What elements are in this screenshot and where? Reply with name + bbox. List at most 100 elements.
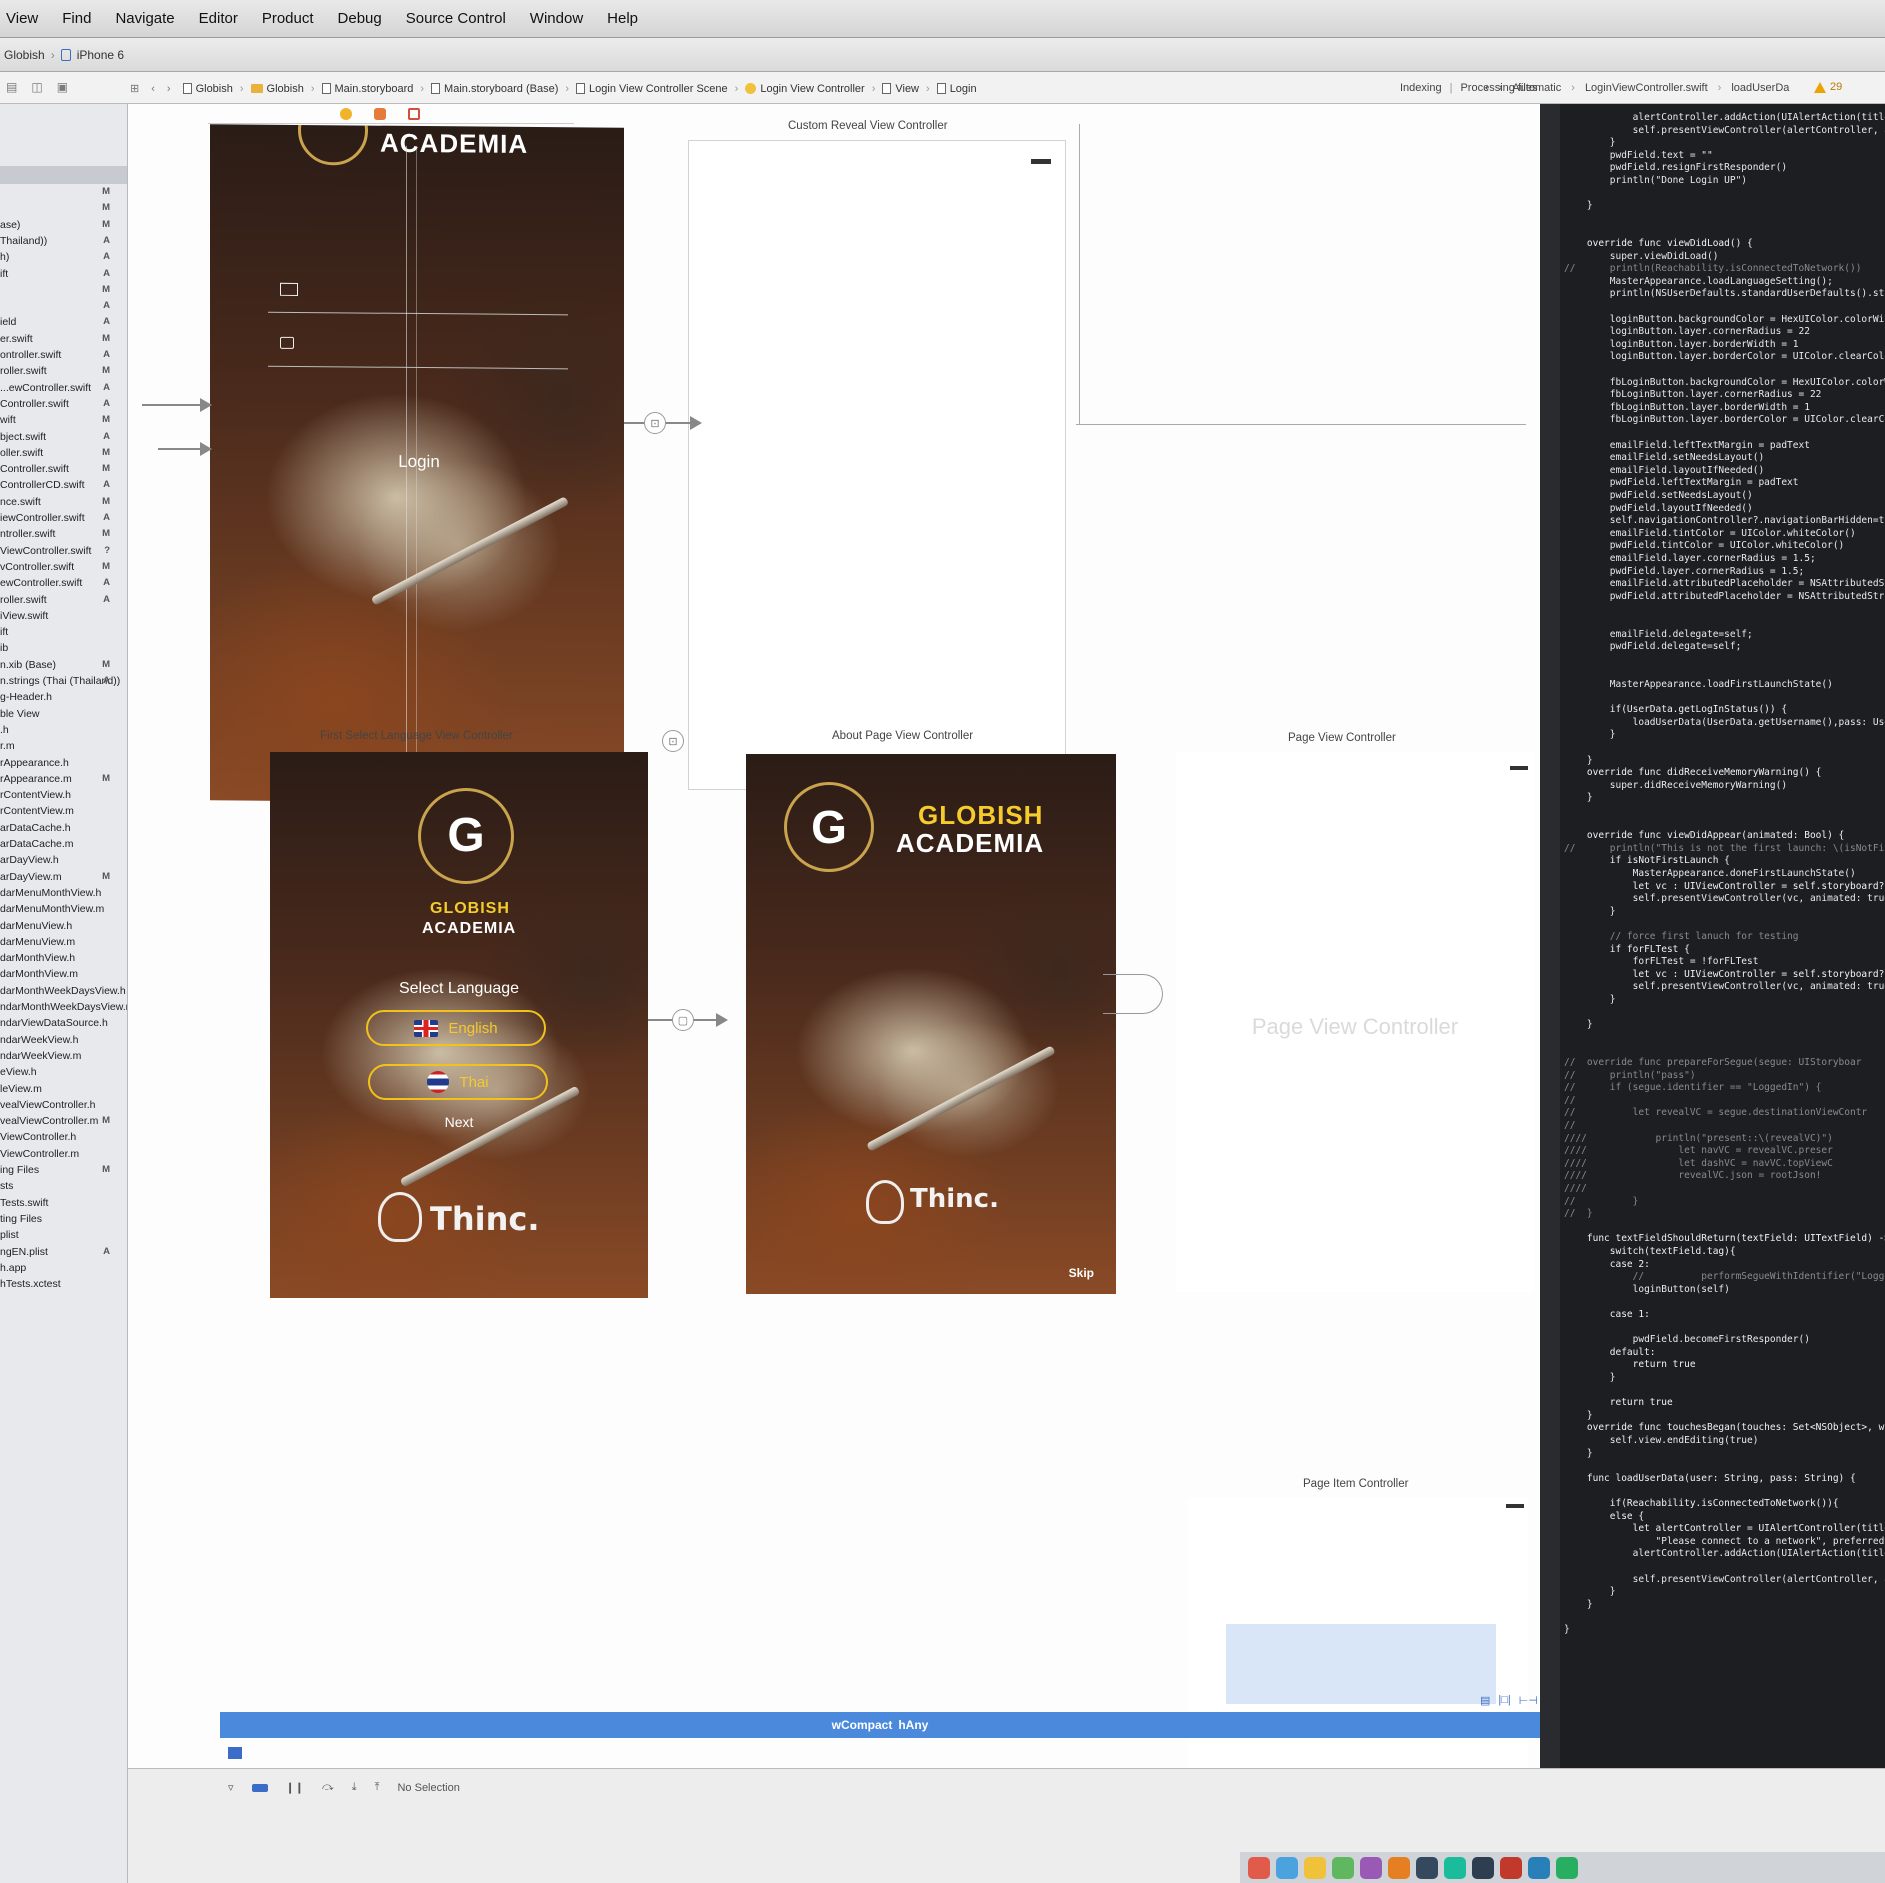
symbol-icon[interactable]: ▣ xyxy=(57,80,68,94)
warning-indicator[interactable]: 29 xyxy=(1814,81,1842,93)
navigator-file-row[interactable]: ift A xyxy=(0,268,127,285)
navigator-file-row[interactable]: ase) M xyxy=(0,219,127,236)
navigator-file-row[interactable]: ndarWeekView.h xyxy=(0,1034,127,1051)
navigator-file-row[interactable]: hTests.xctest xyxy=(0,1278,127,1295)
navigator-file-row[interactable]: leView.m xyxy=(0,1083,127,1100)
navigator-file-row[interactable]: ViewController.swift? xyxy=(0,545,127,562)
dock-app-icon[interactable] xyxy=(1248,1856,1270,1879)
storyboard-canvas[interactable]: ACADEMIA Login Custom Reveal View Contro… xyxy=(128,104,1540,1814)
scheme-selector[interactable]: Globish › iPhone 6 xyxy=(4,48,124,62)
breadcrumb-item[interactable]: Globish xyxy=(182,83,233,95)
step-over-icon[interactable]: ⤼ xyxy=(322,1781,334,1794)
navigator-file-row[interactable]: ndarWeekView.m xyxy=(0,1050,127,1067)
debug-toggle-icon[interactable] xyxy=(228,1747,242,1759)
navigator-file-row[interactable]: darMonthView.m xyxy=(0,968,127,985)
navigator-file-row[interactable]: arDayView.h xyxy=(0,854,127,871)
dock-app-icon[interactable] xyxy=(1556,1856,1578,1879)
navigator-file-row[interactable]: vealViewController.m M xyxy=(0,1115,127,1132)
thai-button[interactable]: Thai xyxy=(368,1064,548,1100)
email-field[interactable] xyxy=(268,310,568,316)
navigator-file-row[interactable]: roller.swift A xyxy=(0,594,127,611)
password-field[interactable] xyxy=(268,364,568,370)
navigator-file-row[interactable]: g-Header.h xyxy=(0,691,127,708)
menu-window[interactable]: Window xyxy=(530,10,583,27)
navigator-file-row[interactable]: darMonthView.h xyxy=(0,952,127,969)
breadcrumb-item[interactable]: Globish xyxy=(250,83,304,95)
exit-icon[interactable] xyxy=(408,108,420,120)
navigator-file-row[interactable]: n.strings (Thai (Thailand)) A xyxy=(0,675,127,692)
stack-icon[interactable]: ▤ xyxy=(1480,1694,1490,1707)
navigator-file-row[interactable]: ndarViewDataSource.h xyxy=(0,1017,127,1034)
breadcrumb-item[interactable]: Login xyxy=(936,83,977,95)
grid-icon[interactable]: ⊞ xyxy=(130,82,139,95)
navigator-file-row[interactable]: Thailand)) A xyxy=(0,235,127,252)
dock-app-icon[interactable] xyxy=(1360,1856,1382,1879)
source-control-icon[interactable]: ◫ xyxy=(31,80,42,94)
align-icon[interactable]: |□| xyxy=(1498,1694,1510,1707)
dock-app-icon[interactable] xyxy=(1276,1856,1298,1879)
navigator-file-row[interactable]: ift xyxy=(0,626,127,643)
breadcrumb-item[interactable]: Login View Controller xyxy=(745,83,865,95)
navigator-file-row[interactable]: ield A xyxy=(0,316,127,333)
navigator-file-row[interactable]: nce.swift M xyxy=(0,496,127,513)
step-in-icon[interactable]: ⤓ xyxy=(352,1781,357,1794)
navigator-file-row[interactable]: Controller.swift A xyxy=(0,398,127,415)
first-responder-icon[interactable] xyxy=(374,108,386,120)
navigator-file-row[interactable]: ControllerCD.swift A xyxy=(0,479,127,496)
breadcrumb-item[interactable]: Main.storyboard xyxy=(321,83,413,95)
login-button[interactable]: Login xyxy=(272,443,566,482)
navigator-file-row[interactable]: ViewController.m xyxy=(0,1148,127,1165)
back-arrow-icon[interactable]: ‹ xyxy=(151,83,155,95)
navigator-file-row[interactable]: roller.swift M xyxy=(0,365,127,382)
navigator-file-row[interactable]: ontroller.swift A xyxy=(0,349,127,366)
segue-icon-language[interactable]: ⊡ xyxy=(662,730,684,752)
menu-find[interactable]: Find xyxy=(62,10,91,27)
navigator-file-row[interactable]: ble View xyxy=(0,708,127,725)
assistant-code-editor[interactable]: alertController.addAction(UIAlertAction(… xyxy=(1540,104,1885,1784)
english-button[interactable]: English xyxy=(366,1010,546,1046)
hide-debug-icon[interactable]: ▿ xyxy=(228,1781,234,1794)
assistant-back-icon[interactable]: ‹ xyxy=(1485,82,1489,94)
assistant-mode[interactable]: Automatic xyxy=(1512,82,1561,94)
navigator-file-row[interactable]: M xyxy=(0,186,127,203)
menu-help[interactable]: Help xyxy=(607,10,638,27)
page-item-selected-view[interactable] xyxy=(1226,1624,1496,1704)
folder-icon[interactable]: ▤ xyxy=(6,80,17,94)
page-item-scene[interactable] xyxy=(1188,1498,1528,1814)
page-vc-scene[interactable]: Page View Controller xyxy=(1176,752,1534,1292)
navigator-file-row[interactable]: ViewController.h xyxy=(0,1131,127,1148)
navigator-file-row[interactable]: ndarMonthWeekDaysView.m xyxy=(0,1001,127,1018)
navigator-file-row[interactable]: h) A xyxy=(0,251,127,268)
pin-icon[interactable]: ⊢⊣ xyxy=(1519,1694,1538,1707)
navigator-file-row[interactable]: ...ewController.swift A xyxy=(0,382,127,399)
navigator-file-row[interactable]: iView.swift xyxy=(0,610,127,627)
segue-icon-language-about[interactable]: ▢ xyxy=(672,1009,694,1031)
menu-source-control[interactable]: Source Control xyxy=(406,10,506,27)
about-page-screen[interactable]: G GLOBISH ACADEMIA Thinc. Skip xyxy=(746,754,1116,1294)
dock-app-icon[interactable] xyxy=(1528,1856,1550,1879)
navigator-file-row[interactable]: rContentView.h xyxy=(0,789,127,806)
navigator-file-row[interactable]: ngEN.plist A xyxy=(0,1246,127,1263)
navigator-file-row[interactable]: A xyxy=(0,300,127,317)
dock-app-icon[interactable] xyxy=(1332,1856,1354,1879)
segue-icon-login-reveal[interactable]: ⊡ xyxy=(644,412,666,434)
navigator-file-row[interactable]: ing Files M xyxy=(0,1164,127,1181)
navigator-file-row[interactable]: rAppearance.m M xyxy=(0,773,127,790)
navigator-file-row[interactable]: ting Files xyxy=(0,1213,127,1230)
login-screen[interactable]: ACADEMIA Login xyxy=(210,124,624,804)
menu-view[interactable]: View xyxy=(6,10,38,27)
next-button[interactable]: Next xyxy=(270,1114,648,1130)
menu-editor[interactable]: Editor xyxy=(199,10,238,27)
navigator-file-row[interactable]: arDataCache.h xyxy=(0,822,127,839)
dock-app-icon[interactable] xyxy=(1304,1856,1326,1879)
navigator-file-row[interactable]: arDayView.m M xyxy=(0,871,127,888)
navigator-file-row[interactable]: vealViewController.h xyxy=(0,1099,127,1116)
step-out-icon[interactable]: ⤒ xyxy=(375,1781,380,1794)
navigator-file-row[interactable]: darMenuMonthView.h xyxy=(0,887,127,904)
navigator-file-row[interactable]: plist xyxy=(0,1229,127,1246)
dock-app-icon[interactable] xyxy=(1500,1856,1522,1879)
vc-dock-icon[interactable] xyxy=(340,108,352,120)
dock-app-icon[interactable] xyxy=(1472,1856,1494,1879)
navigator-file-row[interactable]: oller.swift M xyxy=(0,447,127,464)
breakpoints-icon[interactable] xyxy=(251,1783,268,1792)
